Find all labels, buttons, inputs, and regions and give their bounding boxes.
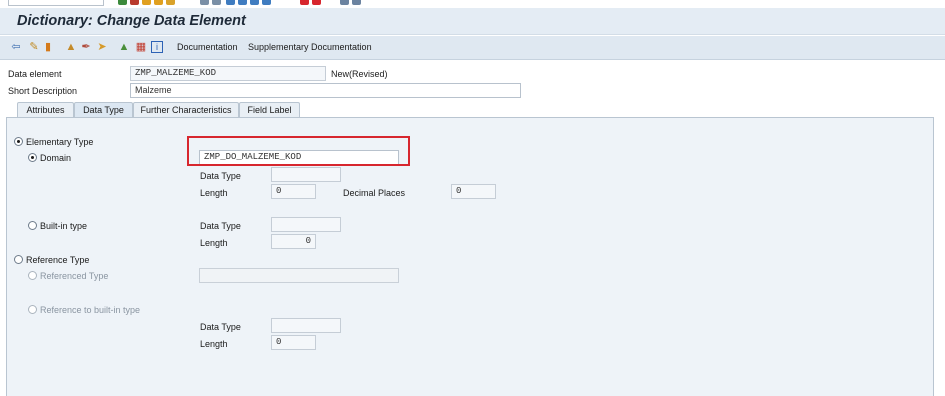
application-toolbar: ⇦ ✎ ▮ ▲ ✒ ➤ ▲ ▦ i Documentation Suppleme… — [0, 36, 945, 60]
tab-field-label[interactable]: Field Label — [239, 102, 300, 117]
yellow-icon[interactable] — [154, 0, 163, 5]
data-type-panel — [6, 117, 934, 396]
builtin-type-label: Built-in type — [40, 221, 88, 231]
domain-label: Domain — [40, 153, 72, 163]
builtin-length-label: Length — [200, 238, 228, 248]
find-icon[interactable] — [200, 0, 209, 5]
help-icon[interactable] — [340, 0, 349, 5]
red-icon[interactable] — [130, 0, 139, 5]
reference-type-radio[interactable] — [14, 255, 23, 264]
builtin-type-radio[interactable] — [28, 221, 37, 230]
where-used-icon[interactable]: ▲ — [65, 41, 77, 53]
tab-further-characteristics[interactable]: Further Characteristics — [133, 102, 239, 117]
title-bar: Dictionary: Change Data Element — [0, 8, 945, 35]
transport-icon[interactable]: ▦ — [135, 41, 147, 53]
status-text: New(Revised) — [331, 69, 388, 79]
previous-page-icon[interactable] — [238, 0, 247, 5]
builtin-data-type-label: Data Type — [200, 221, 241, 231]
back-icon[interactable]: ⇦ — [10, 41, 22, 53]
builtin-data-type-field — [271, 217, 341, 232]
edit-icon[interactable]: ✒ — [80, 41, 92, 53]
hierarchy-icon[interactable]: ▲ — [118, 41, 130, 53]
top-strip — [0, 0, 945, 8]
command-field[interactable] — [8, 0, 104, 6]
tab-data-type[interactable]: Data Type — [74, 102, 133, 118]
short-description-label: Short Description — [8, 86, 78, 96]
object-list-icon[interactable]: ➤ — [96, 41, 108, 53]
domain-radio[interactable] — [28, 153, 37, 162]
reference-data-type-field — [271, 318, 341, 333]
domain-data-type-label: Data Type — [200, 171, 241, 181]
supplementary-documentation-button[interactable]: Supplementary Documentation — [248, 42, 372, 52]
referenced-type-field — [199, 268, 399, 283]
domain-length-label: Length — [200, 188, 228, 198]
reference-length-field: 0 — [271, 335, 316, 350]
green-icon[interactable] — [118, 0, 127, 5]
first-page-icon[interactable] — [226, 0, 235, 5]
reference-length-label: Length — [200, 339, 228, 349]
shortcut-icon[interactable] — [312, 0, 321, 5]
last-page-icon[interactable] — [262, 0, 271, 5]
yellow-icon[interactable] — [142, 0, 151, 5]
reference-data-type-label: Data Type — [200, 322, 241, 332]
decimal-places-field: 0 — [451, 184, 496, 199]
decimal-places-label: Decimal Places — [343, 188, 406, 198]
reference-type-label: Reference Type — [26, 255, 90, 265]
next-page-icon[interactable] — [250, 0, 259, 5]
session-icon[interactable] — [300, 0, 309, 5]
toggle-change-icon[interactable]: ✎ — [28, 41, 40, 53]
find-next-icon[interactable] — [212, 0, 221, 5]
reference-builtin-radio — [28, 305, 37, 314]
builtin-length-field: 0 — [271, 234, 316, 249]
activate-icon[interactable]: ▮ — [42, 41, 54, 53]
referenced-type-radio — [28, 271, 37, 280]
layout-icon[interactable] — [352, 0, 361, 5]
print-icon[interactable] — [166, 0, 175, 5]
info-icon[interactable]: i — [151, 41, 163, 53]
page-title: Dictionary: Change Data Element — [17, 13, 246, 29]
tab-attributes[interactable]: Attributes — [17, 102, 74, 117]
reference-builtin-label: Reference to built-in type — [40, 305, 141, 315]
data-element-label: Data element — [8, 69, 62, 79]
elementary-type-radio[interactable] — [14, 137, 23, 146]
elementary-type-label: Elementary Type — [26, 137, 94, 147]
short-description-field[interactable]: Malzeme — [130, 83, 521, 98]
domain-data-type-field — [271, 167, 341, 182]
domain-length-field: 0 — [271, 184, 316, 199]
referenced-type-label: Referenced Type — [40, 271, 109, 281]
data-element-field[interactable]: ZMP_MALZEME_KOD — [130, 66, 326, 81]
documentation-button[interactable]: Documentation — [177, 42, 238, 52]
domain-highlight-box — [187, 136, 410, 166]
